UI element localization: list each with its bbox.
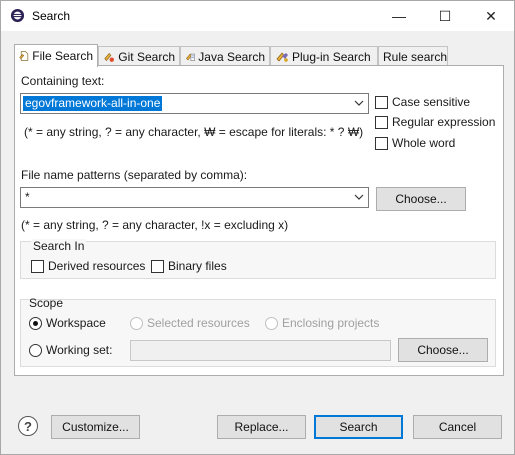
tab-git-search[interactable]: Git Search	[98, 46, 180, 66]
containing-text-label: Containing text:	[21, 74, 105, 88]
chevron-down-icon[interactable]	[353, 191, 365, 203]
cancel-button[interactable]: Cancel	[413, 415, 502, 439]
tab-java-search[interactable]: Java Search	[180, 46, 270, 66]
maximize-button[interactable]: ☐	[422, 1, 468, 31]
containing-text-value[interactable]: egovframework-all-in-one	[23, 96, 163, 111]
tab-rule-search[interactable]: Rule search	[378, 46, 448, 66]
button-label: Cancel	[438, 420, 477, 434]
plugin-search-icon	[276, 51, 288, 62]
checkbox-box[interactable]	[375, 136, 388, 150]
button-label: Choose...	[417, 343, 469, 357]
checkbox-label: Derived resources	[48, 259, 146, 273]
radio-circle[interactable]	[29, 343, 42, 357]
enclosing-projects-radio: Enclosing projects	[265, 316, 379, 330]
eclipse-app-icon	[10, 8, 25, 23]
radio-circle	[265, 316, 278, 330]
file-search-panel: Containing text: egovframework-all-in-on…	[14, 65, 504, 376]
binary-files-checkbox[interactable]: Binary files	[151, 259, 227, 273]
title-bar: Search — ☐ ✕	[1, 1, 514, 31]
customize-button[interactable]: Customize...	[51, 415, 140, 439]
checkbox-box[interactable]	[151, 259, 164, 273]
derived-resources-checkbox[interactable]: Derived resources	[31, 259, 145, 273]
selected-resources-radio: Selected resources	[130, 316, 250, 330]
whole-word-checkbox[interactable]: Whole word	[375, 136, 455, 150]
tab-label: Rule search	[383, 49, 448, 64]
checkbox-box[interactable]	[31, 259, 44, 273]
scope-title: Scope	[29, 296, 64, 310]
containing-text-hint: (* = any string, ? = any character, ₩ = …	[24, 125, 364, 139]
tab-label: Java Search	[198, 49, 265, 64]
containing-text-combo[interactable]: egovframework-all-in-one	[20, 93, 369, 114]
minimize-button[interactable]: —	[376, 1, 422, 31]
close-icon: ✕	[485, 7, 497, 24]
java-search-icon	[186, 53, 195, 61]
scope-group: Scope Workspace Selected resources Enclo…	[20, 296, 496, 367]
help-button[interactable]: ?	[18, 416, 38, 436]
choose-patterns-button[interactable]: Choose...	[376, 187, 466, 211]
radio-label: Selected resources	[147, 316, 250, 330]
search-button[interactable]: Search	[314, 415, 403, 439]
radio-label: Enclosing projects	[282, 316, 380, 330]
button-label: Choose...	[395, 192, 447, 206]
maximize-icon: ☐	[438, 7, 452, 24]
help-icon: ?	[24, 418, 32, 434]
search-in-title: Search In	[31, 239, 87, 253]
search-tabs: File Search Git Search Java Search Plug-…	[14, 44, 504, 67]
checkbox-box[interactable]	[375, 115, 388, 129]
checkbox-label: Whole word	[392, 136, 456, 150]
file-patterns-label: File name patterns (separated by comma):	[21, 168, 248, 182]
choose-working-set-button[interactable]: Choose...	[398, 338, 488, 362]
tab-label: Plug-in Search	[292, 49, 371, 64]
button-label: Replace...	[234, 420, 289, 434]
working-set-radio[interactable]: Working set:	[29, 343, 112, 357]
git-search-icon	[104, 52, 114, 62]
minimize-icon: —	[392, 8, 406, 24]
checkbox-label: Binary files	[168, 259, 227, 273]
checkbox-box[interactable]	[375, 95, 388, 109]
file-patterns-hint: (* = any string, ? = any character, !x =…	[21, 218, 289, 232]
file-search-icon	[19, 51, 29, 61]
radio-label: Working set:	[46, 343, 113, 357]
tab-label: File Search	[32, 49, 93, 63]
working-set-field	[130, 340, 391, 361]
radio-circle[interactable]	[29, 316, 42, 330]
window-title: Search	[32, 9, 71, 23]
chevron-down-icon[interactable]	[353, 97, 365, 109]
tab-file-search[interactable]: File Search	[14, 44, 98, 67]
tab-label: Git Search	[118, 49, 175, 64]
workspace-radio[interactable]: Workspace	[29, 316, 106, 330]
tab-plugin-search[interactable]: Plug-in Search	[270, 46, 378, 66]
search-dialog: Search — ☐ ✕ File Search Git Search Java…	[0, 0, 515, 455]
replace-button[interactable]: Replace...	[217, 415, 306, 439]
button-label: Customize...	[62, 420, 129, 434]
file-patterns-combo[interactable]: *	[20, 187, 369, 208]
search-in-group: Search In Derived resources Binary files	[20, 239, 496, 279]
close-button[interactable]: ✕	[468, 1, 514, 31]
checkbox-label: Regular expression	[392, 115, 496, 129]
radio-label: Workspace	[46, 316, 106, 330]
checkbox-label: Case sensitive	[392, 95, 471, 109]
file-patterns-value[interactable]: *	[23, 190, 32, 205]
button-label: Search	[339, 420, 378, 434]
radio-circle	[130, 316, 143, 330]
regular-expression-checkbox[interactable]: Regular expression	[375, 115, 495, 129]
case-sensitive-checkbox[interactable]: Case sensitive	[375, 95, 470, 109]
